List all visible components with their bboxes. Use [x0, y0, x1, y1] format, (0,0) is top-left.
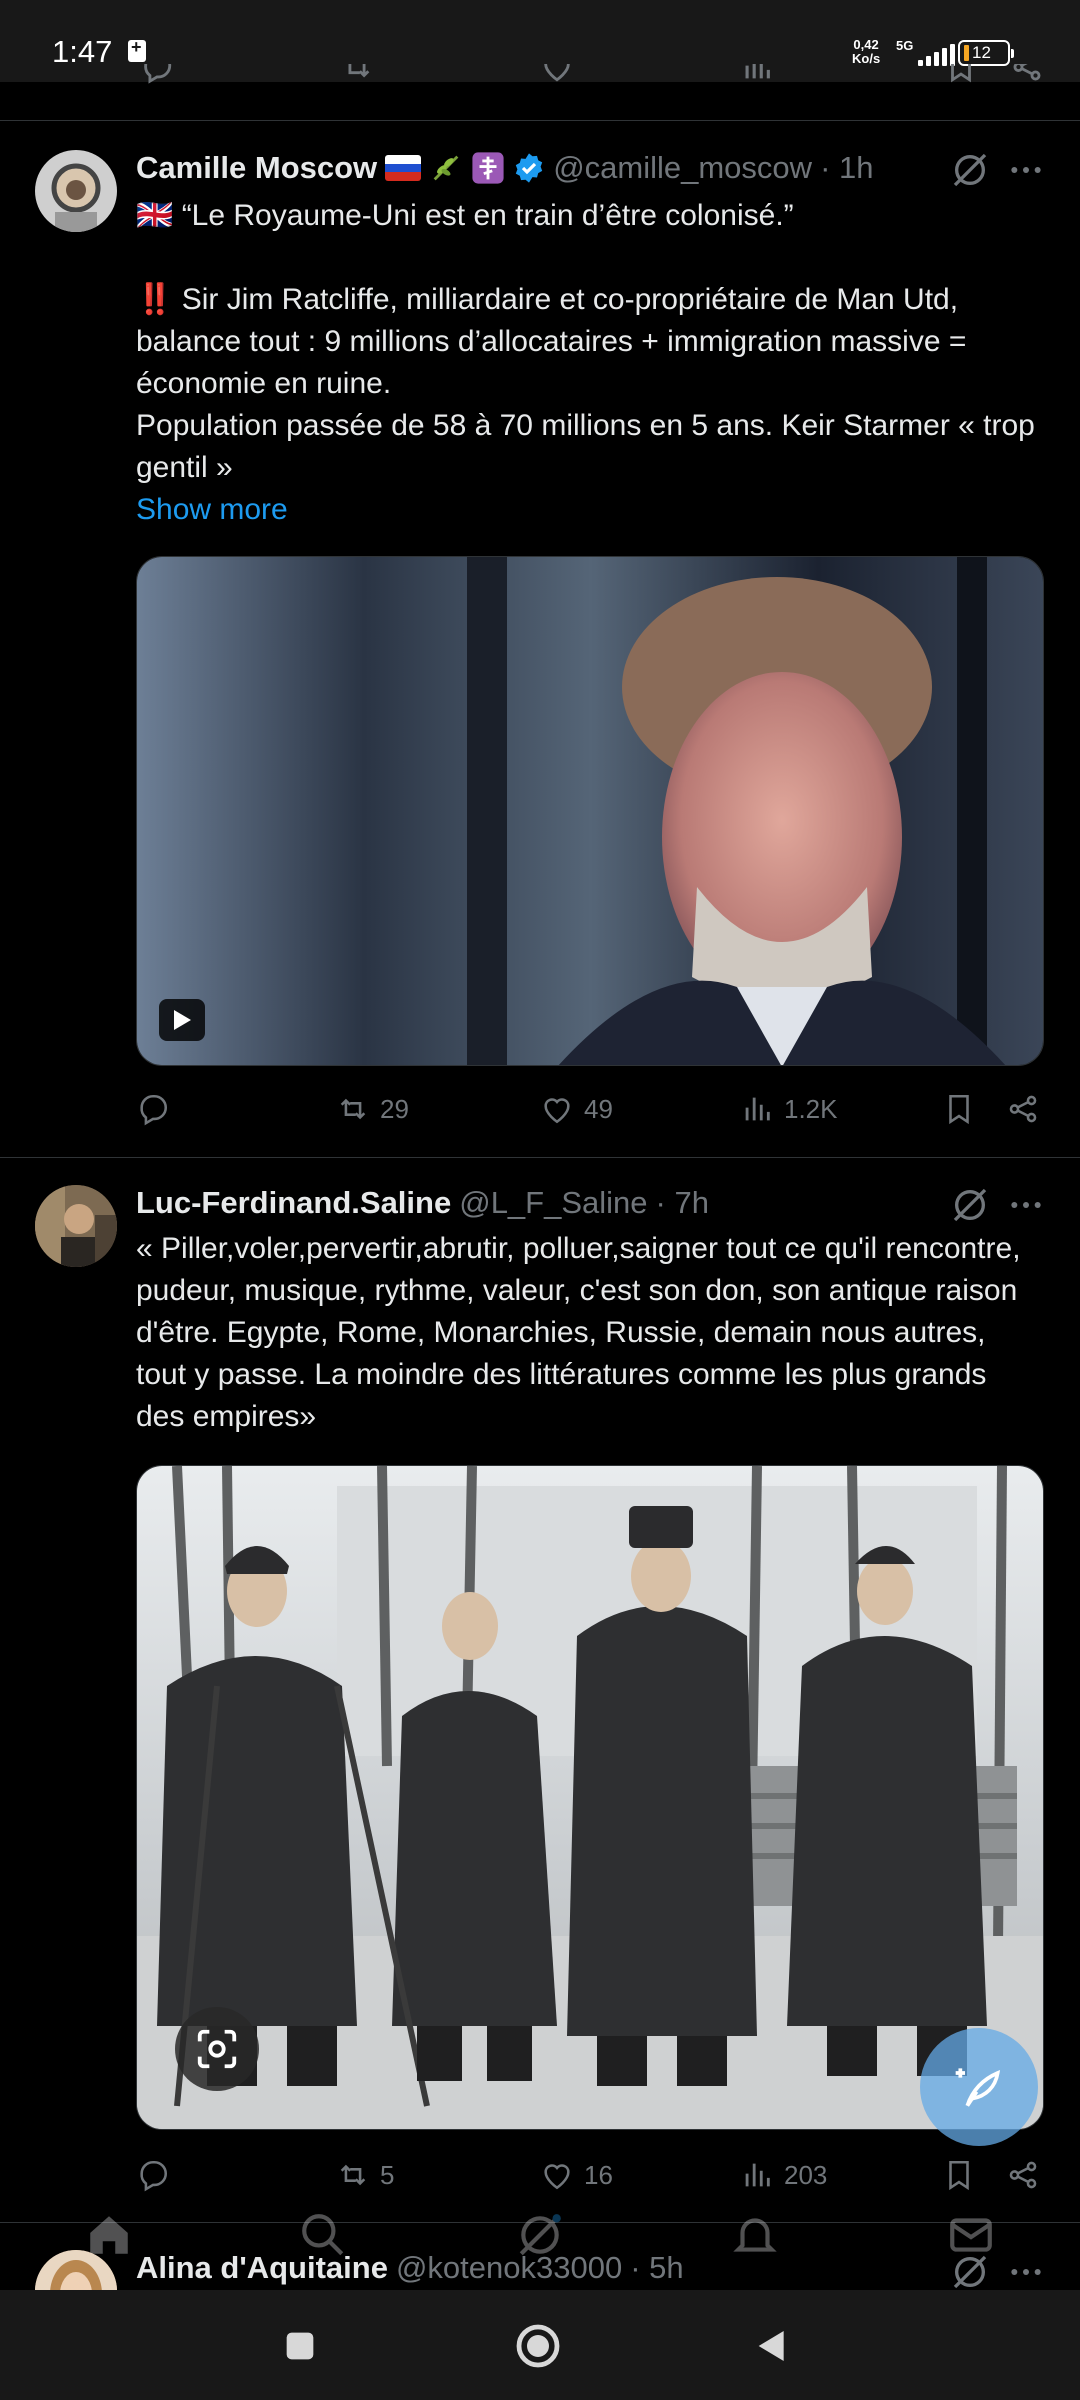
- avatar[interactable]: [35, 2250, 117, 2290]
- grok-icon[interactable]: [950, 2252, 990, 2290]
- more-options-icon[interactable]: [1006, 2252, 1046, 2290]
- display-name[interactable]: Alina d'Aquitaine: [136, 2250, 388, 2286]
- tweet-header: Alina d'Aquitaine @kotenok33000 · 5h: [136, 2250, 684, 2286]
- home-button[interactable]: [514, 2322, 562, 2370]
- timestamp[interactable]: · 5h: [630, 2250, 683, 2286]
- tweet[interactable]: Alina d'Aquitaine @kotenok33000 · 5h: [0, 0, 1080, 2290]
- recent-apps-button[interactable]: [280, 2326, 320, 2366]
- handle[interactable]: @kotenok33000: [396, 2250, 622, 2286]
- back-button[interactable]: [752, 2326, 792, 2366]
- system-navigation-bar: [0, 2290, 1080, 2400]
